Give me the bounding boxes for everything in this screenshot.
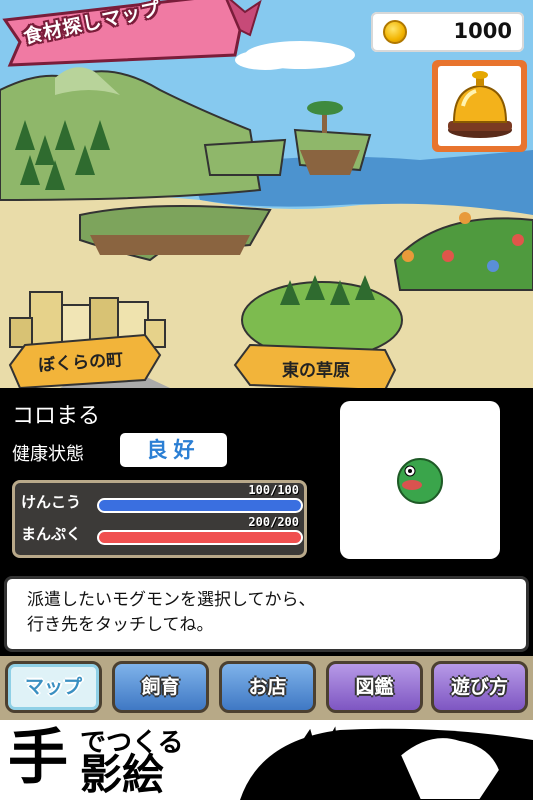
- gauge-panel: けんこう 100/100 まんぷく 200/200: [12, 480, 307, 558]
- place-bokura-town[interactable]: ぼくらの町: [20, 342, 160, 382]
- message-box: 派遣したいモグモンを選択してから、 行き先をタッチしてね。: [4, 576, 529, 652]
- health-gauge-track: [97, 498, 303, 513]
- nav-map-button[interactable]: マップ: [5, 661, 102, 713]
- ad-text-hand: 手: [8, 723, 68, 793]
- monster-portrait[interactable]: [340, 401, 500, 559]
- health-gauge-fill: [99, 500, 301, 511]
- world-map: 食材探しマップ 1000 ぼくらの町 東の草原: [0, 0, 533, 388]
- ad-shadow-illustration: [240, 726, 533, 800]
- place-east-grassland[interactable]: 東の草原: [240, 348, 390, 388]
- nav-breeding-button[interactable]: 飼育: [112, 661, 209, 713]
- monster-status-panel: コロまる 健康状態 良好 けんこう 100/100 まんぷく 200/200: [0, 388, 533, 572]
- monster-name: コロまる: [12, 404, 101, 429]
- fullness-gauge-label: まんぷく: [21, 525, 82, 543]
- fullness-gauge-value: 200/200: [248, 515, 299, 529]
- health-label: 健康状態: [12, 444, 84, 465]
- message-line-2: 行き先をタッチしてね。: [27, 615, 214, 635]
- nav-howtoplay-button[interactable]: 遊び方: [431, 661, 528, 713]
- fullness-gauge-track: [97, 530, 303, 545]
- place-label-east: 東の草原: [282, 361, 350, 381]
- map-title: 食材探しマップ: [21, 0, 164, 49]
- nav-encyclopedia-button[interactable]: 図鑑: [326, 661, 423, 713]
- coin-counter: 1000: [371, 12, 524, 52]
- ad-banner[interactable]: 手 でつくる 影絵: [0, 720, 533, 800]
- map-title-banner: 食材探しマップ: [0, 0, 250, 70]
- message-area: 派遣したいモグモンを選択してから、 行き先をタッチしてね。: [0, 572, 533, 656]
- coin-icon: [383, 20, 407, 44]
- bell-icon: [448, 71, 512, 138]
- health-gauge-label: けんこう: [21, 493, 82, 511]
- message-line-1: 派遣したいモグモンを選択してから、: [27, 590, 316, 610]
- nav-shop-button[interactable]: お店: [219, 661, 316, 713]
- fullness-gauge: まんぷく 200/200: [21, 515, 303, 547]
- bottom-nav: マップ 飼育 お店 図鑑 遊び方: [0, 656, 533, 720]
- monster-sprite: [397, 458, 443, 504]
- ad-text-shadow-picture: 影絵: [80, 750, 165, 799]
- fullness-gauge-fill: [99, 532, 301, 543]
- health-gauge-value: 100/100: [248, 483, 299, 497]
- bell-button[interactable]: [432, 60, 527, 152]
- health-gauge: けんこう 100/100: [21, 483, 303, 515]
- health-status-badge: 良好: [120, 433, 227, 467]
- coin-count: 1000: [453, 19, 512, 43]
- place-label-bokura: ぼくらの町: [37, 350, 124, 376]
